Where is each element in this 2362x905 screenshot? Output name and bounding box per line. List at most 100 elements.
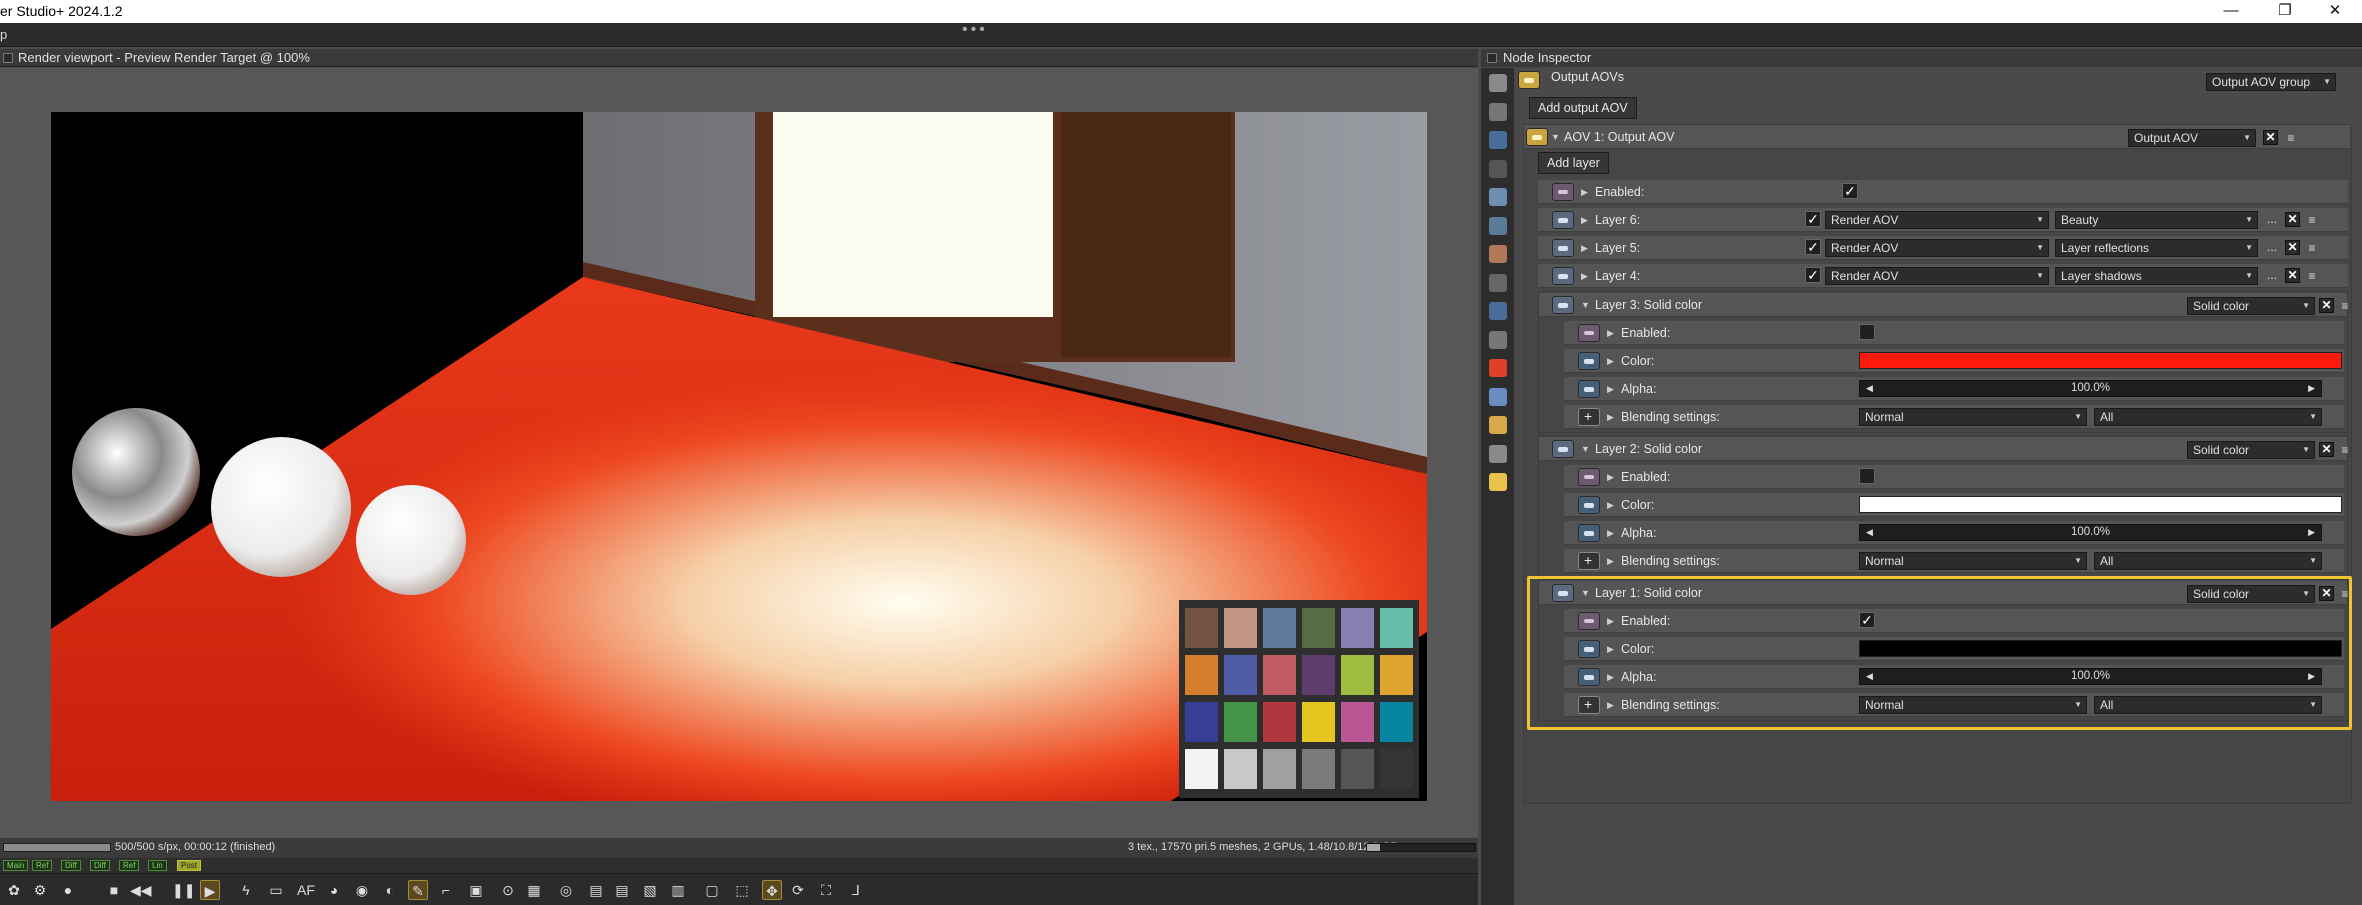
blend-mode-dropdown[interactable]: Normal ▼ bbox=[1859, 408, 2087, 426]
restore-button[interactable]: ❐ bbox=[2262, 0, 2308, 23]
layer-enabled-checkbox[interactable] bbox=[1859, 324, 1875, 340]
expand-icon[interactable]: ▶ bbox=[1607, 328, 1614, 339]
crop-icon[interactable]: ⌐ bbox=[436, 880, 456, 900]
picker-icon[interactable]: ✎ bbox=[408, 880, 428, 900]
blend-mode-dropdown[interactable]: Normal ▼ bbox=[1859, 552, 2087, 570]
render-pass-tag-0[interactable]: Main bbox=[3, 860, 29, 871]
layer-pin-icon[interactable] bbox=[1552, 267, 1574, 285]
render-pass-tag-6[interactable]: Post bbox=[177, 860, 202, 871]
settings-icon[interactable]: ⚙ bbox=[30, 880, 50, 900]
output-aov-group-dropdown[interactable]: Output AOV group ▼ bbox=[2206, 73, 2336, 91]
blend-pin-icon[interactable] bbox=[1578, 408, 1600, 426]
aov-menu-icon[interactable]: ≡ bbox=[2285, 132, 2297, 144]
mesh-icon[interactable] bbox=[1489, 188, 1507, 206]
layer-enabled-checkbox[interactable]: ✓ bbox=[1805, 211, 1821, 227]
blue-box-icon[interactable] bbox=[1489, 387, 1507, 406]
remove-layer-button[interactable]: ✕ bbox=[2285, 212, 2300, 227]
blend-pin-icon[interactable] bbox=[1578, 552, 1600, 570]
color-swatch[interactable] bbox=[1859, 496, 2342, 513]
time-icon[interactable] bbox=[1489, 302, 1507, 320]
more-options-button[interactable]: ... bbox=[2267, 240, 2277, 254]
layer-source-dropdown[interactable]: Layer shadows ▼ bbox=[2055, 267, 2258, 285]
region-icon[interactable]: ▣ bbox=[466, 880, 486, 900]
panel-checkbox[interactable] bbox=[3, 53, 13, 63]
expand-icon[interactable]: ▶ bbox=[1607, 528, 1614, 539]
remove-layer-button[interactable]: ✕ bbox=[2319, 298, 2334, 313]
sphere-icon[interactable]: ● bbox=[58, 880, 78, 900]
color-pin-icon[interactable] bbox=[1578, 352, 1600, 370]
layer-pin-icon[interactable] bbox=[1552, 211, 1574, 229]
save-icon[interactable]: ▤ bbox=[612, 880, 632, 900]
viewport-canvas[interactable] bbox=[0, 68, 1478, 884]
layer-enabled-checkbox[interactable]: ✓ bbox=[1805, 239, 1821, 255]
expand-icon[interactable]: ▶ bbox=[1607, 384, 1614, 395]
focus-icon[interactable]: ◐ bbox=[380, 880, 400, 900]
expand-icon[interactable]: ▶ bbox=[1607, 412, 1614, 423]
expand-icon[interactable]: ▶ bbox=[1581, 271, 1588, 282]
pause-icon[interactable]: ❚❚ bbox=[172, 880, 195, 900]
aov-type-dropdown[interactable]: Output AOV ▼ bbox=[2128, 129, 2256, 147]
render-pass-tag-3[interactable]: Diff bbox=[90, 860, 110, 871]
move-icon[interactable]: ✥ bbox=[762, 880, 782, 900]
remove-layer-button[interactable]: ✕ bbox=[2319, 442, 2334, 457]
layer-pin-icon[interactable] bbox=[1552, 296, 1574, 314]
drag-handle-icon[interactable]: ••• bbox=[962, 21, 988, 39]
play-icon[interactable]: ▶ bbox=[200, 880, 220, 900]
layer-menu-icon[interactable]: ≡ bbox=[2339, 444, 2351, 456]
expand-icon[interactable]: ▶ bbox=[1607, 556, 1614, 567]
file-icon[interactable]: ▤ bbox=[586, 880, 606, 900]
render-pass-tag-2[interactable]: Diff bbox=[61, 860, 81, 871]
layer-menu-icon[interactable]: ≡ bbox=[2306, 242, 2318, 254]
expand-icon[interactable]: ▶ bbox=[1581, 215, 1588, 226]
expand-icon[interactable]: ▶ bbox=[1607, 500, 1614, 511]
target-icon[interactable]: ◎ bbox=[556, 880, 576, 900]
layer-pin-icon[interactable] bbox=[1552, 239, 1574, 257]
light-icon[interactable] bbox=[1489, 473, 1507, 491]
layer-menu-icon[interactable]: ≡ bbox=[2339, 300, 2351, 312]
layer-source-dropdown[interactable]: Beauty ▼ bbox=[2055, 211, 2258, 229]
layer-kind-dropdown[interactable]: Render AOV ▼ bbox=[1825, 267, 2049, 285]
add-layer-button[interactable]: Add layer bbox=[1538, 152, 1609, 174]
rotate-icon[interactable]: ⟳ bbox=[788, 880, 808, 900]
remove-layer-button[interactable]: ✕ bbox=[2285, 268, 2300, 283]
enabled-pin-icon[interactable] bbox=[1552, 183, 1574, 201]
transform-icon[interactable] bbox=[1489, 330, 1507, 349]
export-icon[interactable]: ▧ bbox=[640, 880, 660, 900]
layer-kind-dropdown[interactable]: Render AOV ▼ bbox=[1825, 211, 2049, 229]
lock-icon[interactable]: ▢ bbox=[702, 880, 722, 900]
expand-icon[interactable]: ▶ bbox=[1607, 472, 1614, 483]
layer-enabled-checkbox[interactable]: ✓ bbox=[1805, 267, 1821, 283]
layer-menu-icon[interactable]: ≡ bbox=[2306, 270, 2318, 282]
increase-icon[interactable]: ▶ bbox=[2308, 525, 2315, 540]
af-icon[interactable]: AF bbox=[296, 880, 316, 900]
collapse-icon[interactable]: ▼ bbox=[1581, 444, 1590, 454]
decrease-icon[interactable]: ◀ bbox=[1866, 381, 1873, 396]
expand-icon[interactable]: ▶ bbox=[1607, 356, 1614, 367]
zoom-fit-icon[interactable]: ⊙ bbox=[498, 880, 518, 900]
expand-icon[interactable]: ▶ bbox=[1581, 243, 1588, 254]
lightning-icon[interactable]: ϟ bbox=[236, 880, 256, 900]
enabled-pin-icon[interactable] bbox=[1578, 324, 1600, 342]
render-image[interactable] bbox=[51, 112, 1427, 801]
layer-enabled-checkbox[interactable] bbox=[1859, 468, 1875, 484]
output-aovs-pin-icon[interactable] bbox=[1518, 71, 1540, 89]
axis-icon[interactable]: ⅃ bbox=[846, 880, 866, 900]
minimize-button[interactable]: — bbox=[2208, 0, 2254, 23]
alpha-pin-icon[interactable] bbox=[1578, 524, 1600, 542]
stop-icon[interactable]: ■ bbox=[104, 880, 124, 900]
collapse-icon[interactable]: ▼ bbox=[1551, 132, 1560, 142]
layers-icon[interactable] bbox=[1489, 74, 1507, 92]
geometry-icon[interactable] bbox=[1489, 216, 1507, 235]
rewind-icon[interactable]: ◀◀ bbox=[130, 880, 152, 900]
rgb-icon[interactable]: ◉ bbox=[352, 880, 372, 900]
layer-type-dropdown[interactable]: Solid color ▼ bbox=[2187, 441, 2315, 459]
add-output-aov-button[interactable]: Add output AOV bbox=[1529, 97, 1637, 119]
panel-checkbox[interactable] bbox=[1487, 53, 1497, 63]
render-pass-tag-4[interactable]: Ref bbox=[119, 860, 140, 871]
render-pass-tag-5[interactable]: Lin bbox=[148, 860, 167, 871]
red-sphere-icon[interactable] bbox=[1489, 359, 1507, 377]
frame-icon[interactable]: ▦ bbox=[524, 880, 544, 900]
blend-channels-dropdown[interactable]: All ▼ bbox=[2094, 552, 2322, 570]
increase-icon[interactable]: ▶ bbox=[2308, 381, 2315, 396]
layer-icon[interactable]: ▥ bbox=[668, 880, 688, 900]
